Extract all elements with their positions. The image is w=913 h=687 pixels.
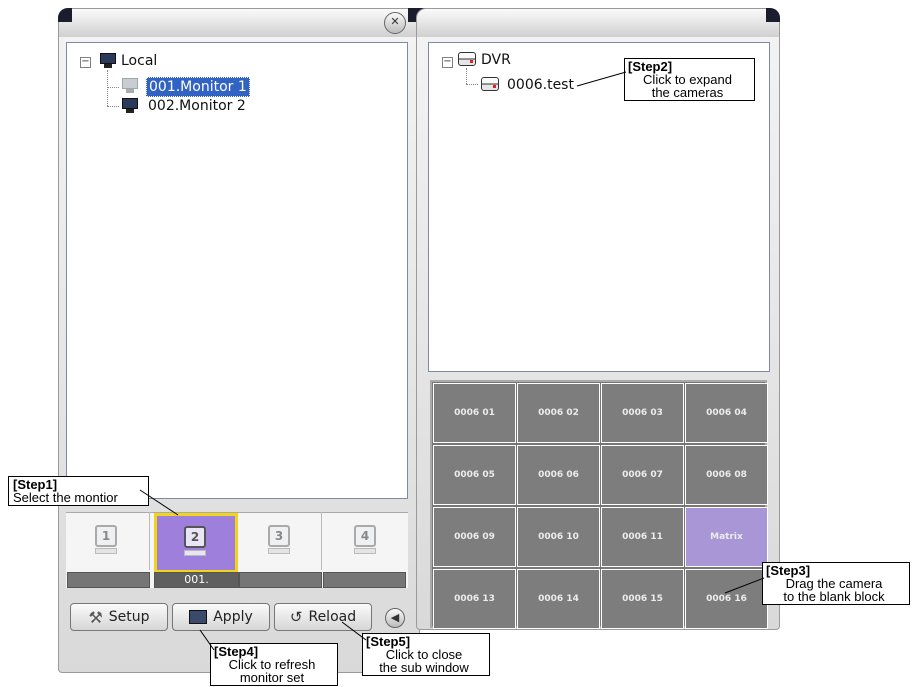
callout-leaders xyxy=(139,71,765,651)
leader-step1 xyxy=(139,489,179,516)
leader-step2 xyxy=(576,71,627,87)
leader-step4 xyxy=(199,629,215,651)
leader-step5 xyxy=(341,621,367,641)
leader-step3 xyxy=(724,577,765,594)
